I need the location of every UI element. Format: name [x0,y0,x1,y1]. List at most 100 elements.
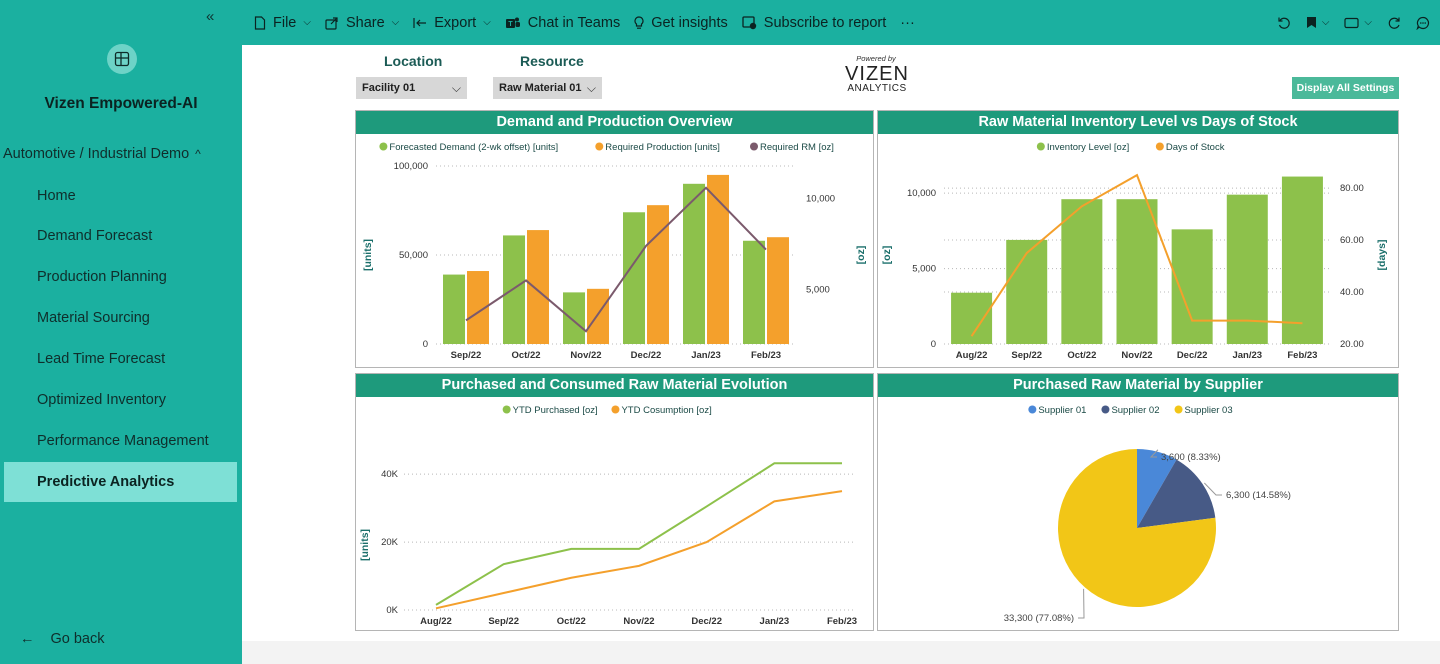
y-axis-label: [units] [362,239,374,271]
legend-label: Supplier 01 [1038,405,1086,416]
data-label: 33,300 (77.08%) [1004,613,1074,624]
demand-production-chart: Forecasted Demand (2-wk offset) [units] R… [362,142,867,361]
chevron-down-icon: ⌵ [1321,17,1330,28]
bar-inventory-level [951,292,993,344]
sidebar-item-material-sourcing[interactable]: Material Sourcing [4,298,237,338]
data-label-leader [1078,588,1085,619]
app-title: Vizen Empowered-AI [44,95,198,112]
legend-label: Required Production [units] [605,142,720,153]
x-tick-label: Sep/22 [1011,350,1042,361]
legend-label: Forecasted Demand (2-wk offset) [units] [389,142,558,153]
zoom-slider[interactable] [1322,645,1432,647]
chart-panel-supplier-pie: Purchased Raw Material by Supplier Suppl… [877,373,1399,631]
sidebar-item-lead-time-forecast[interactable]: Lead Time Forecast [4,339,237,379]
legend-marker [750,142,758,151]
bar-inventory-level [1006,239,1048,344]
double-chevron-left-icon[interactable]: « [206,8,214,25]
bar-forecasted-demand [443,274,465,344]
chart-panel-demand-production: Demand and Production Overview Forecaste… [355,110,874,368]
toolbar-right: ⌵ ⌵ [1262,0,1430,45]
refresh-icon[interactable] [1387,16,1401,30]
nav-section-automotive[interactable]: Automotive / Industrial Demo ^ [0,146,242,170]
x-tick-label: Nov/22 [570,350,601,361]
y-tick-label: 40K [381,469,399,480]
y2-tick-label: 10,000 [806,194,835,205]
sidebar-item-production-planning[interactable]: Production Planning [4,257,237,297]
resource-dropdown[interactable]: Raw Material 01 ⌵ [493,77,602,99]
view-menu[interactable]: ⌵ [1344,17,1372,29]
file-menu[interactable]: File ⌵ [254,15,311,31]
file-icon [254,15,266,30]
x-tick-label: Feb/23 [827,616,857,627]
x-tick-label: Aug/22 [956,350,988,361]
go-back-link[interactable]: ← Go back [20,631,105,647]
location-dropdown[interactable]: Facility 01 ⌵ [356,77,467,99]
legend-marker [502,405,511,414]
y-tick-label: 20K [381,537,399,548]
sidebar-item-home[interactable]: Home [4,176,237,216]
arrow-left-icon: ← [20,631,35,647]
y-tick-label: 0 [931,339,936,350]
report-canvas: Location Facility 01 ⌵ Resource Raw Mater… [242,45,1440,641]
legend-label: YTD Purchased [oz] [513,405,598,416]
x-tick-label: Dec/22 [691,616,722,627]
x-tick-label: Jan/23 [691,350,721,361]
reset-icon[interactable] [1277,16,1291,30]
subscribe-button[interactable]: Subscribe to report [742,14,887,31]
share-label: Share [345,14,385,31]
share-menu[interactable]: Share ⌵ [325,15,399,31]
chat-in-teams-button[interactable]: T Chat in Teams [505,15,620,31]
chart-panel-purchased-consumed: Purchased and Consumed Raw Material Evol… [355,373,874,631]
y-tick-label: 5,000 [912,264,936,275]
powered-by-text: Powered by [856,54,896,63]
nav-section-label: Automotive / Industrial Demo [3,146,190,162]
subscribe-label: Subscribe to report [763,14,887,31]
chevron-down-icon: ⌵ [1364,17,1372,28]
bookmark-menu[interactable]: ⌵ [1306,16,1330,29]
comment-icon[interactable] [1416,16,1430,30]
more-options-button[interactable]: ··· [900,15,915,31]
chart-title: Purchased Raw Material by Supplier [878,374,1398,397]
resource-label: Resource [520,53,584,69]
x-tick-label: Aug/22 [420,616,452,627]
view-icon [1344,17,1360,28]
legend-marker [595,142,604,151]
sidebar-item-performance-management[interactable]: Performance Management [4,421,237,461]
sidebar-item-optimized-inventory[interactable]: Optimized Inventory [4,380,237,420]
legend-label: Days of Stock [1166,142,1225,153]
bar-inventory-level [1116,199,1158,344]
x-tick-label: Feb/23 [751,350,781,361]
legend-marker [1101,405,1110,414]
y2-tick-label: 5,000 [806,285,830,296]
status-bar [242,641,1440,664]
x-tick-label: Dec/22 [631,350,662,361]
export-menu[interactable]: Export ⌵ [413,15,491,31]
line-ytd-purchased [435,462,842,606]
x-tick-label: Oct/22 [1067,350,1096,361]
resource-value: Raw Material 01 [499,82,582,94]
bookmark-icon [1306,17,1316,28]
x-tick-label: Oct/22 [557,616,586,627]
subscribe-icon [742,15,756,29]
y-tick-label: 0 [423,339,428,350]
y-axis-label: [units] [359,529,371,561]
legend-marker [379,142,388,151]
sidebar-item-demand-forecast[interactable]: Demand Forecast [4,216,237,256]
teams-icon: T [505,17,520,28]
bar-inventory-level [1281,176,1323,344]
legend-label: Required RM [oz] [760,142,834,153]
y-axis-label: [oz] [881,246,893,265]
get-insights-button[interactable]: Get insights [634,15,728,31]
y2-axis-label: [oz] [855,246,867,265]
sidebar-item-predictive-analytics[interactable]: Predictive Analytics [4,462,237,502]
display-all-settings-button[interactable]: Display All Settings [1292,77,1399,99]
location-label: Location [384,53,443,69]
legend-marker [1155,142,1164,151]
y2-tick-label: 20.00 [1340,339,1364,350]
location-value: Facility 01 [362,82,416,94]
bar-forecasted-demand [563,292,585,344]
y-tick-label: 100,000 [394,161,428,172]
legend-label: Supplier 02 [1111,405,1159,416]
lightbulb-icon [634,15,644,29]
svg-text:T: T [508,21,513,28]
